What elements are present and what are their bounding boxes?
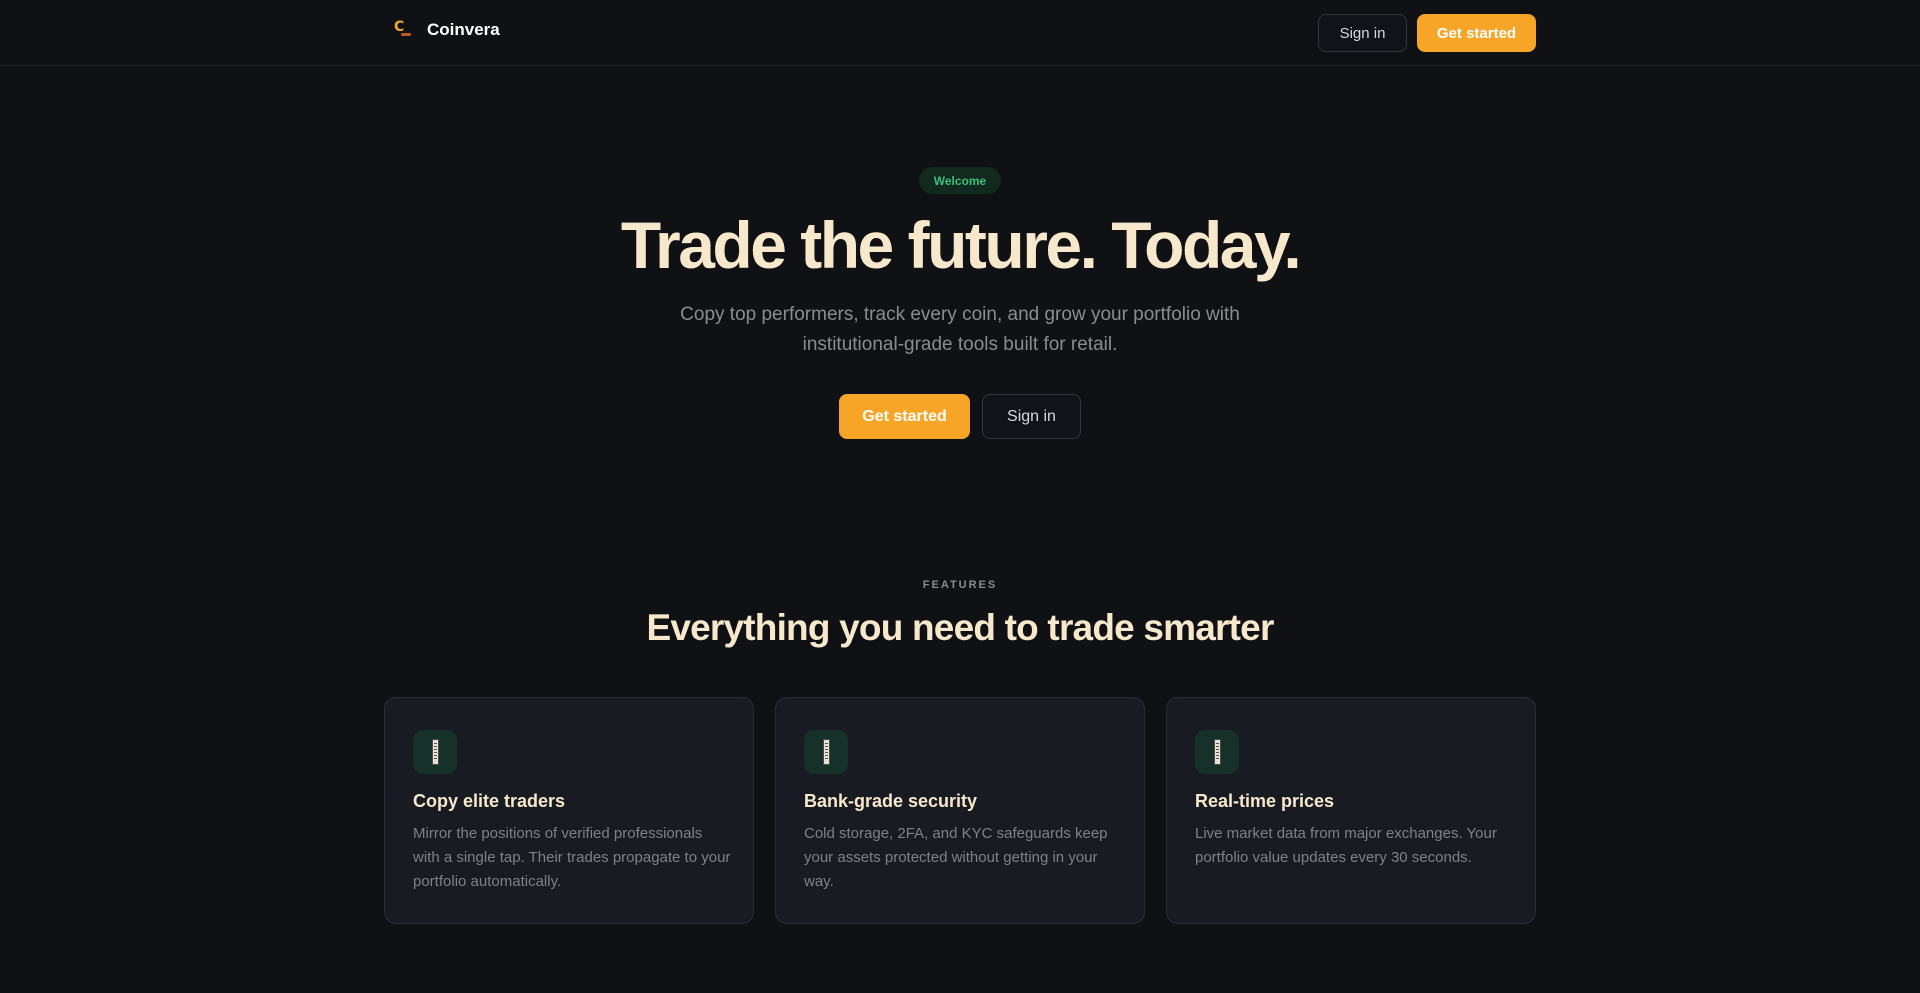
feature-icon bbox=[1195, 730, 1239, 774]
feature-icon bbox=[804, 730, 848, 774]
site-header: C Coinvera Sign in Get started bbox=[0, 0, 1920, 66]
hero-title: Trade the future. Today. bbox=[620, 208, 1302, 282]
header-actions: Sign in Get started bbox=[1318, 14, 1536, 52]
hero-sign-in-button[interactable]: Sign in bbox=[982, 394, 1081, 439]
coin-logo-icon: C bbox=[393, 20, 413, 40]
features-title: Everything you need to trade smarter bbox=[646, 607, 1274, 648]
feature-card-security: Bank-grade security Cold storage, 2FA, a… bbox=[775, 697, 1145, 924]
feature-card-text: Mirror the positions of verified profess… bbox=[413, 825, 731, 890]
feature-card-text: Live market data from major exchanges. Y… bbox=[1195, 825, 1497, 866]
feature-icon bbox=[413, 730, 457, 774]
feature-card-text: Cold storage, 2FA, and KYC safeguards ke… bbox=[804, 825, 1108, 890]
hero-get-started-button[interactable]: Get started bbox=[839, 394, 970, 439]
welcome-badge: Welcome bbox=[919, 167, 1001, 194]
hero-subtitle: Copy top performers, track every coin, a… bbox=[680, 304, 1240, 355]
feature-card-title: Bank-grade security bbox=[804, 791, 978, 811]
feature-card-real-time-prices: Real-time prices Live market data from m… bbox=[1166, 697, 1536, 924]
brand[interactable]: C Coinvera bbox=[393, 20, 500, 40]
brand-name: Coinvera bbox=[427, 20, 500, 39]
header-get-started-button[interactable]: Get started bbox=[1417, 14, 1536, 52]
hero-actions: Get started Sign in bbox=[839, 394, 1081, 439]
feature-card-copy-traders: Copy elite traders Mirror the positions … bbox=[384, 697, 754, 924]
features-eyebrow: FEATURES bbox=[922, 579, 998, 591]
feature-card-title: Copy elite traders bbox=[413, 791, 566, 811]
feature-card-title: Real-time prices bbox=[1195, 791, 1335, 811]
feature-cards: Copy elite traders Mirror the positions … bbox=[384, 697, 1536, 924]
header-sign-in-button[interactable]: Sign in bbox=[1318, 14, 1407, 52]
